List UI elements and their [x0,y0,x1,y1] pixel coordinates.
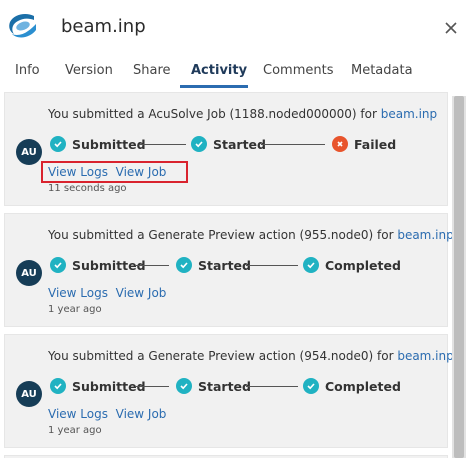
tab-bar: Info Version Share Activity Comments Met… [0,56,474,88]
activity-card: You submitted a AcuSolve Job (1188.noded… [4,92,448,206]
check-icon [303,257,319,273]
activity-message-text: You submitted a AcuSolve Job (1188.noded… [48,107,381,121]
activity-card: You submitted a Generate Preview action … [4,213,454,327]
step-connector [261,144,325,145]
step-connector [135,265,169,266]
tab-activity[interactable]: Activity [191,63,247,78]
step-started: Started [191,135,266,153]
step-submitted: Submitted [50,256,146,274]
activity-message-text: You submitted a Generate Preview action … [48,349,398,363]
check-icon [191,136,207,152]
check-icon [50,136,66,152]
avatar: AU [16,381,42,407]
activity-links: View Logs View Job [48,407,166,421]
step-label: Started [198,257,251,273]
step-submitted: Submitted [50,135,146,153]
step-completed: Completed [303,256,401,274]
check-icon [176,378,192,394]
activity-message: You submitted a AcuSolve Job (1188.noded… [48,107,437,121]
tab-version[interactable]: Version [65,63,113,78]
step-failed: Failed [332,135,396,153]
step-label: Completed [325,378,401,394]
check-icon [176,257,192,273]
tab-info[interactable]: Info [15,63,40,78]
step-connector [246,386,298,387]
check-icon [303,378,319,394]
activity-links: View Logs View Job [48,286,166,300]
step-label: Started [213,136,266,152]
view-logs-link[interactable]: View Logs [48,286,108,300]
step-connector [246,265,298,266]
file-link[interactable]: beam.inp [397,228,453,242]
file-title: beam.inp [61,16,146,37]
step-completed: Completed [303,377,401,395]
check-icon [50,257,66,273]
step-started: Started [176,377,251,395]
view-job-link[interactable]: View Job [116,407,167,421]
step-connector [135,386,169,387]
activity-card: You submitted a Generate Preview action … [4,334,454,448]
check-icon [50,378,66,394]
app-logo-icon [9,14,36,38]
close-icon[interactable] [440,17,462,39]
file-link[interactable]: beam.inp [397,349,453,363]
error-icon [332,136,348,152]
step-label: Completed [325,257,401,273]
highlight-box [41,161,188,183]
timestamp: 1 year ago [48,425,102,436]
activity-message: You submitted a Generate Preview action … [48,228,454,242]
tab-comments[interactable]: Comments [263,63,333,78]
avatar: AU [16,260,42,286]
timestamp: 1 year ago [48,304,102,315]
activity-message-text: You submitted a Generate Preview action … [48,228,398,242]
view-logs-link[interactable]: View Logs [48,407,108,421]
tab-metadata[interactable]: Metadata [351,63,413,78]
step-label: Started [198,378,251,394]
avatar: AU [16,139,42,165]
step-label: Failed [354,136,397,152]
scrollbar-thumb[interactable] [454,96,464,458]
activity-list: You submitted a AcuSolve Job (1188.noded… [0,88,474,458]
activity-message: You submitted a Generate Preview action … [48,349,454,363]
file-link[interactable]: beam.inp [381,107,437,121]
timestamp: 11 seconds ago [48,183,127,194]
panel-header: beam.inp [0,0,474,56]
view-job-link[interactable]: View Job [116,286,167,300]
step-submitted: Submitted [50,377,146,395]
step-label: Submitted [72,136,146,152]
tab-share[interactable]: Share [133,63,171,78]
step-connector [139,144,186,145]
step-started: Started [176,256,251,274]
